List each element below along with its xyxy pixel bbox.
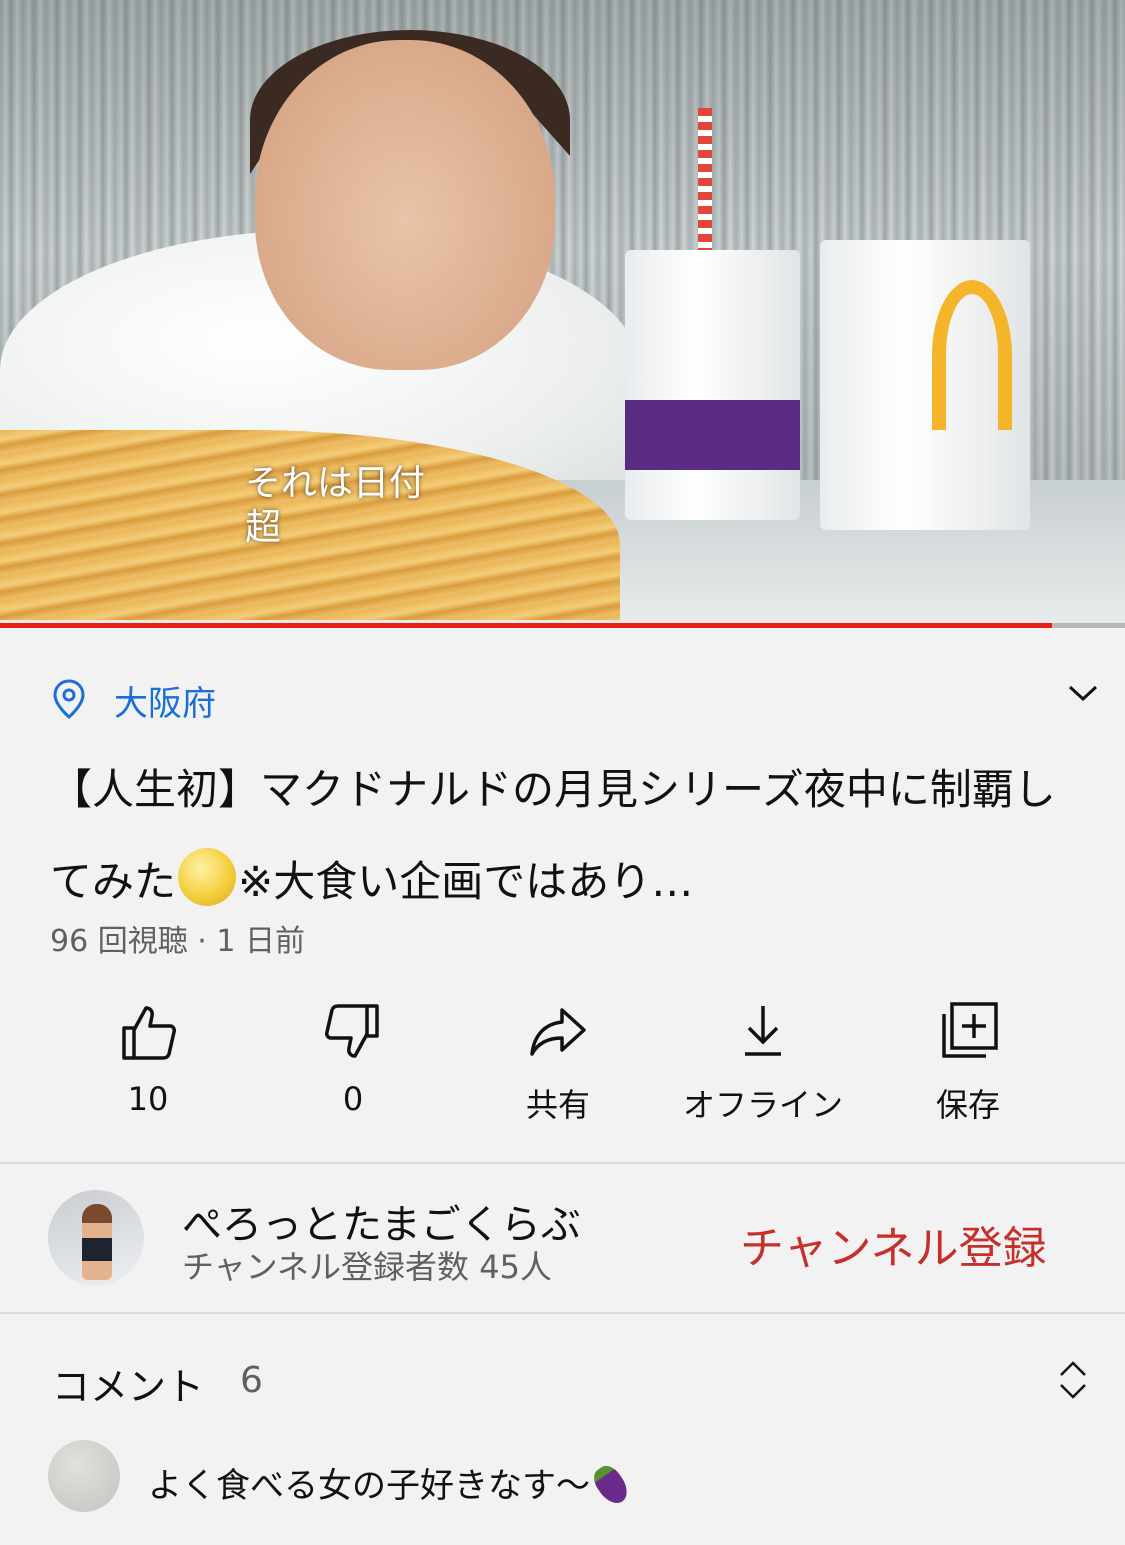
commenter-avatar[interactable]	[48, 1440, 120, 1512]
video-drink-cup	[820, 240, 1030, 530]
video-player[interactable]: それは日付 超	[0, 0, 1125, 628]
video-caption: それは日付 超	[245, 462, 425, 550]
video-meta: 96 回視聴 · 1 日前	[50, 916, 305, 960]
video-progress-bar[interactable]	[0, 623, 1125, 628]
view-count: 96 回視聴	[50, 924, 188, 959]
meta-separator: ·	[197, 924, 207, 959]
share-button[interactable]: 共有	[458, 1000, 658, 1126]
avatar-figure	[82, 1204, 112, 1280]
location-pin-icon	[52, 678, 86, 724]
offline-download-button[interactable]: オフライン	[663, 1000, 863, 1126]
subscriber-count: チャンネル登録者数 45人	[182, 1248, 552, 1286]
video-progress-fill	[0, 623, 1052, 628]
video-straw	[698, 108, 712, 258]
save-label: 保存	[935, 1086, 1000, 1124]
comments-header[interactable]: コメント	[52, 1356, 204, 1411]
video-person-face	[255, 40, 555, 370]
channel-avatar[interactable]	[48, 1190, 144, 1286]
expand-description-button[interactable]	[1062, 676, 1104, 710]
caption-line: 超	[245, 507, 282, 548]
comments-count: 6	[240, 1360, 263, 1401]
share-arrow-icon	[530, 1008, 586, 1056]
video-title[interactable]: 【人生初】マクドナルドの月見シリーズ夜中に制覇してみた ※大食い企画ではあり…	[50, 744, 1060, 928]
share-label: 共有	[525, 1086, 590, 1124]
video-drink-cup	[625, 250, 800, 520]
location-label: 大阪府	[114, 684, 216, 724]
section-divider	[0, 1162, 1125, 1164]
action-bar: 10 0 共有 オフライン 保存	[48, 1000, 1078, 1130]
comments-expand-button[interactable]	[1056, 1358, 1090, 1402]
like-button[interactable]: 10	[48, 1000, 248, 1118]
moon-emoji-icon	[178, 848, 237, 906]
dislike-button[interactable]: 0	[253, 1000, 453, 1118]
eggplant-emoji-icon	[588, 1461, 634, 1509]
download-icon	[745, 1006, 781, 1056]
chevron-down-icon	[1068, 685, 1098, 702]
like-count: 10	[127, 1080, 169, 1118]
add-to-playlist-icon	[942, 1002, 998, 1058]
thumbs-up-icon	[122, 1006, 176, 1060]
location-tag[interactable]: 大阪府	[52, 676, 216, 725]
top-comment-text: よく食べる女の子好きなす〜	[148, 1466, 590, 1506]
dislike-count: 0	[342, 1080, 364, 1118]
top-comment[interactable]: よく食べる女の子好きなす〜	[148, 1458, 634, 1509]
section-divider	[0, 1312, 1125, 1314]
caption-line: それは日付	[245, 463, 426, 504]
offline-label: オフライン	[682, 1086, 843, 1124]
video-title-text: ※大食い企画ではあり…	[238, 857, 694, 906]
expand-collapse-icon	[1060, 1361, 1086, 1399]
subscribe-button[interactable]: チャンネル登録	[740, 1212, 1047, 1276]
save-to-playlist-button[interactable]: 保存	[868, 1000, 1068, 1126]
thumbs-down-icon	[325, 1004, 379, 1058]
upload-time: 1 日前	[216, 924, 305, 959]
